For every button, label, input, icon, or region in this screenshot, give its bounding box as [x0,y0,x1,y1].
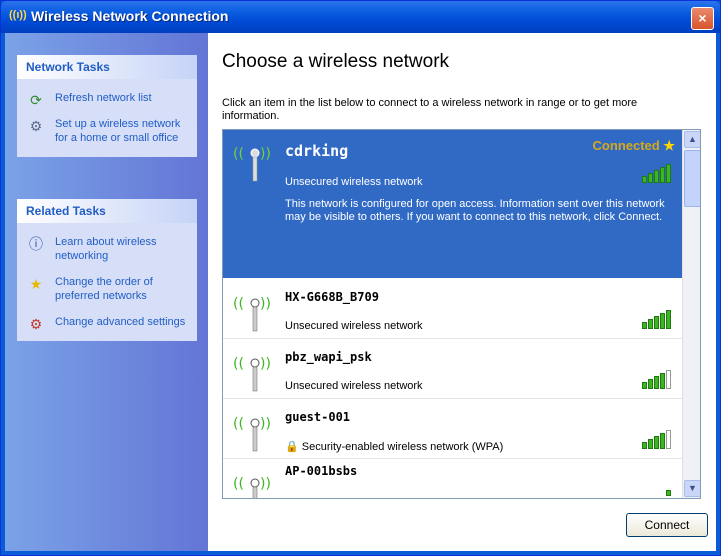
divider [223,338,700,339]
network-security: Unsecured wireless network [285,176,423,188]
network-name: pbz_wapi_psk [285,350,372,364]
scroll-thumb[interactable] [684,150,700,207]
settings-icon: ⚙ [29,316,43,332]
signal-strength-icon [641,430,671,449]
network-list-scrollbar[interactable]: ▲ ▼ [682,130,700,498]
network-list[interactable]: (( )) cdrking Connected ★ Unsecured wire… [222,129,701,499]
change-network-order-link[interactable]: ★ Change the order of preferred networks [17,269,197,309]
scroll-down-icon[interactable]: ▼ [684,480,700,497]
wireless-network-window: ((ı)) Wireless Network Connection × Netw… [0,0,721,556]
network-item-pbz-wapi-psk[interactable]: (( )) pbz_wapi_psk Unsecured wireless ne… [223,340,683,398]
network-tasks-heading[interactable]: Network Tasks [17,55,197,79]
wireless-antenna-icon: (( )) [233,476,271,498]
network-security: Security-enabled wireless network (WPA) [301,441,504,453]
learn-wireless-link[interactable]: ⓘ Learn about wireless networking [17,229,197,269]
svg-text:((: (( [233,146,244,162]
network-name: guest-001 [285,410,351,424]
svg-text:)): )) [260,416,271,432]
wireless-icon: ((ı)) [9,9,27,21]
refresh-icon: ⟳ [30,92,42,108]
info-icon: ⓘ [29,236,43,252]
scroll-up-icon[interactable]: ▲ [684,131,700,148]
connect-button[interactable]: Connect [626,513,708,537]
window-client: Network Tasks ⟳ Refresh network list ⚙ S… [5,33,716,551]
star-icon: ★ [663,138,675,153]
network-name: AP-001bsbs [285,464,358,478]
task-label: Change advanced settings [55,316,186,328]
svg-text:)): )) [260,476,271,492]
task-label: Change the order of preferred networks [55,276,153,302]
svg-text:)): )) [260,356,271,372]
task-label: Refresh network list [55,92,152,104]
related-tasks-panel: Related Tasks ⓘ Learn about wireless net… [17,199,197,341]
network-item-cdrking[interactable]: (( )) cdrking Connected ★ Unsecured wire… [223,130,683,278]
network-security: Unsecured wireless network [285,380,423,392]
sidebar: Network Tasks ⟳ Refresh network list ⚙ S… [5,33,208,551]
setup-network-icon: ⚙ [29,118,43,134]
svg-text:)): )) [260,296,271,312]
wireless-antenna-icon: (( )) [233,296,271,332]
signal-strength-icon [641,370,671,389]
wireless-antenna-icon: (( )) [233,416,271,452]
signal-strength-icon [665,484,671,496]
task-label: Set up a wireless network for a home or … [55,118,181,144]
lock-icon: 🔒 [285,441,299,453]
signal-strength-icon [641,164,671,183]
network-name: HX-G668B_B709 [285,290,379,304]
instructions-text: Click an item in the list below to conne… [222,97,638,122]
network-item-ap-001bsbs[interactable]: (( )) AP-001bsbs [223,460,683,498]
page-title: Choose a wireless network [222,51,450,72]
network-security: Unsecured wireless network [285,320,423,332]
svg-text:((: (( [233,476,244,492]
change-advanced-settings-link[interactable]: ⚙ Change advanced settings [17,309,197,335]
signal-strength-icon [641,310,671,329]
window-title: Wireless Network Connection [31,8,229,24]
wireless-antenna-icon: (( )) [233,146,271,182]
star-icon: ★ [29,276,43,292]
connected-label: Connected [592,138,660,153]
network-info: This network is configured for open acce… [285,198,665,223]
network-tasks-panel: Network Tasks ⟳ Refresh network list ⚙ S… [17,55,197,157]
main-content: Choose a wireless network Click an item … [208,33,716,551]
refresh-network-list-link[interactable]: ⟳ Refresh network list [17,85,197,111]
task-label: Learn about wireless networking [55,236,157,262]
svg-text:((: (( [233,416,244,432]
svg-text:((: (( [233,296,244,312]
svg-text:((: (( [233,356,244,372]
network-security-row: 🔒 Security-enabled wireless network (WPA… [285,440,503,453]
close-button[interactable]: × [691,7,714,30]
divider [223,458,700,459]
divider [223,398,700,399]
wireless-antenna-icon: (( )) [233,356,271,392]
connected-status: Connected ★ [593,138,675,154]
network-item-hx-g668b[interactable]: (( )) HX-G668B_B709 Unsecured wireless n… [223,280,683,338]
setup-wireless-network-link[interactable]: ⚙ Set up a wireless network for a home o… [17,111,197,151]
svg-text:)): )) [260,146,271,162]
title-bar[interactable]: ((ı)) Wireless Network Connection × [1,1,720,33]
network-name: cdrking [285,142,349,160]
network-item-guest-001[interactable]: (( )) guest-001 🔒 Security-enabled wirel… [223,400,683,458]
related-tasks-heading[interactable]: Related Tasks [17,199,197,223]
